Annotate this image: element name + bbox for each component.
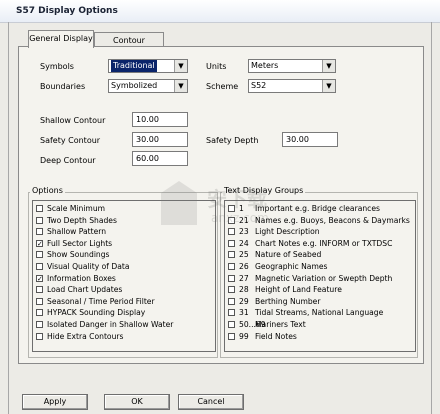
boundaries-value: Symbolized (111, 81, 158, 90)
shallow-contour-label: Shallow Contour (40, 116, 106, 125)
shallow-contour-field[interactable]: 10.00 (132, 112, 188, 127)
watermark-subtext: anxz.com (211, 211, 269, 225)
list-item[interactable]: Show Soundings (33, 249, 215, 261)
checkbox[interactable] (228, 251, 235, 259)
window-frame-right (431, 22, 432, 414)
list-item[interactable]: 24 Chart Notes e.g. INFORM or TXTDSC (225, 238, 415, 250)
list-item[interactable]: Seasonal / Time Period Filter (33, 296, 215, 308)
window-title: S57 Display Options (16, 6, 118, 16)
checkbox[interactable] (36, 228, 43, 236)
checkbox[interactable] (228, 297, 235, 305)
list-item[interactable]: 28 Height of Land Feature (225, 284, 415, 296)
list-item[interactable]: HYPACK Sounding Display (33, 307, 215, 319)
list-item[interactable]: 29 Berthing Number (225, 296, 415, 308)
list-item[interactable]: Hide Extra Contours (33, 331, 215, 343)
list-item[interactable]: 25 Nature of Seabed (225, 249, 415, 261)
list-item[interactable]: 31 Tidal Streams, National Language (225, 307, 415, 319)
chevron-down-icon[interactable]: ▼ (174, 60, 187, 72)
checkbox[interactable] (36, 216, 43, 224)
checkbox[interactable] (228, 239, 235, 247)
checkbox[interactable]: ✓ (36, 274, 43, 282)
ok-button[interactable]: OK (104, 394, 170, 410)
checkbox[interactable] (36, 320, 43, 328)
list-item[interactable]: Isolated Danger in Shallow Water (33, 319, 215, 331)
checkbox[interactable] (36, 286, 43, 294)
scheme-value: S52 (251, 81, 267, 90)
symbols-dropdown[interactable]: Traditional ▼ (108, 59, 188, 73)
symbols-label: Symbols (40, 62, 74, 71)
cancel-button[interactable]: Cancel (178, 394, 244, 410)
list-item[interactable]: ✓ Full Sector Lights (33, 238, 215, 250)
list-item[interactable]: 99 Field Notes (225, 331, 415, 343)
safety-depth-field[interactable]: 30.00 (282, 132, 338, 147)
checkbox[interactable] (36, 332, 43, 340)
watermark: 安下载 anxz.com (155, 175, 285, 235)
checkbox[interactable] (36, 251, 43, 259)
checkbox[interactable] (228, 274, 235, 282)
tab-contour-planning[interactable]: Contour Planning (94, 32, 164, 54)
units-value: Meters (251, 61, 279, 70)
checkbox[interactable] (228, 262, 235, 270)
symbols-value: Traditional (111, 60, 157, 72)
checkbox[interactable] (228, 320, 235, 328)
list-item[interactable]: 50...69 Mariners Text (225, 319, 415, 331)
safety-contour-label: Safety Contour (40, 136, 101, 145)
chevron-down-icon[interactable]: ▼ (322, 80, 335, 92)
list-item[interactable]: 27 Magnetic Variation or Swepth Depth (225, 273, 415, 285)
title-bar: S57 Display Options (0, 0, 440, 23)
safety-contour-field[interactable]: 30.00 (132, 132, 188, 147)
units-dropdown[interactable]: Meters ▼ (248, 59, 336, 73)
deep-contour-label: Deep Contour (40, 156, 96, 165)
checkbox[interactable] (228, 309, 235, 317)
safety-depth-label: Safety Depth (206, 136, 259, 145)
options-group-label: Options (30, 186, 65, 195)
checkbox[interactable] (36, 205, 43, 212)
tab-general-display[interactable]: General Display (28, 30, 94, 48)
deep-contour-field[interactable]: 60.00 (132, 151, 188, 166)
list-item[interactable]: 26 Geographic Names (225, 261, 415, 273)
checkbox[interactable] (36, 297, 43, 305)
list-item[interactable]: Visual Quality of Data (33, 261, 215, 273)
checkbox[interactable] (228, 286, 235, 294)
boundaries-dropdown[interactable]: Symbolized ▼ (108, 79, 188, 93)
checkbox[interactable] (36, 309, 43, 317)
checkbox[interactable] (36, 262, 43, 270)
checkbox[interactable] (228, 332, 235, 340)
boundaries-label: Boundaries (40, 82, 86, 91)
list-item[interactable]: ✓ Information Boxes (33, 273, 215, 285)
watermark-text: 安下载 (207, 187, 267, 211)
chevron-down-icon[interactable]: ▼ (322, 60, 335, 72)
window-frame-left (8, 22, 9, 414)
checkbox[interactable]: ✓ (36, 239, 43, 247)
apply-button[interactable]: Apply (22, 394, 88, 410)
chevron-down-icon[interactable]: ▼ (174, 80, 187, 92)
list-item[interactable]: Load Chart Updates (33, 284, 215, 296)
scheme-label: Scheme (206, 82, 239, 91)
scheme-dropdown[interactable]: S52 ▼ (248, 79, 336, 93)
units-label: Units (206, 62, 227, 71)
